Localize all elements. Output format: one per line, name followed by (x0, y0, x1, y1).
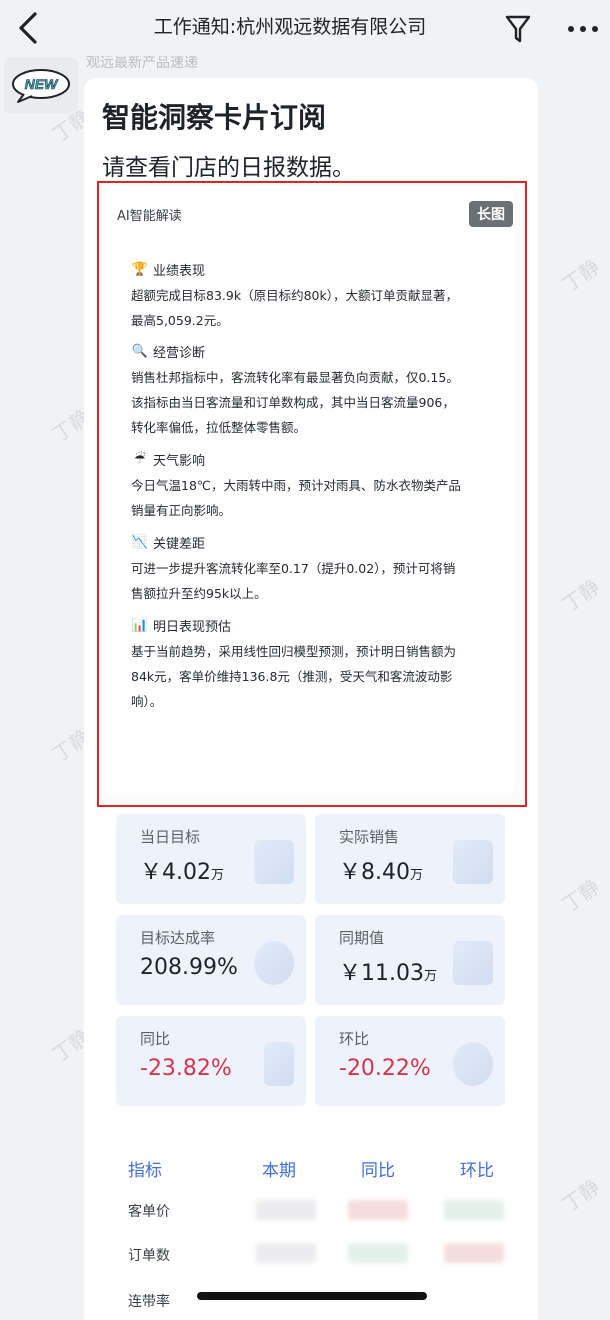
kpi-amount: ￥4.02 (140, 860, 211, 885)
new-badge-text: NEW (25, 76, 59, 92)
table-row-label: 连带率 (128, 1294, 170, 1310)
table-header: 指标 (128, 1161, 162, 1181)
kpi-card-actual-sales[interactable]: 实际销售 ￥8.40万 (315, 814, 505, 904)
new-badge-icon: NEW (12, 69, 70, 103)
monitor-icon (254, 840, 294, 884)
back-button[interactable] (10, 8, 46, 48)
section-line: 基于当前趋势，采用线性回归模型预测，预计明日销售额为 (131, 644, 457, 659)
blurred-cell (348, 1200, 408, 1220)
section-line: 销售杜邦指标中，客流转化率有最显著负向贡献，仅0.15。 (131, 370, 459, 385)
section-line: 84k元，客单价维持136.8元（推测，受天气和客流波动影 (131, 669, 453, 684)
kpi-value: -23.82% (140, 1056, 232, 1081)
kpi-unit: 万 (423, 969, 437, 984)
card-title: 智能洞察卡片订阅 (102, 101, 327, 134)
ai-insight-image[interactable]: AI智能解读 长图 🏆 业绩表现 超额完成目标83.9k（原目标约80k），大额订… (97, 181, 527, 807)
kpi-amount: ￥11.03 (339, 961, 424, 986)
table-header: 同比 (361, 1161, 395, 1181)
chat-title: 工作通知:杭州观远数据有限公司 (153, 16, 427, 38)
kpi-amount: -20.22% (339, 1056, 431, 1081)
section-line: 售额拉升至约95k以上。 (131, 586, 267, 601)
insight-section: 📉 关键差距 可进一步提升客流转化率至0.17（提升0.02），预计可将销 售额拉… (131, 532, 501, 606)
blurred-cell (348, 1243, 408, 1263)
insight-section: 🏆 业绩表现 超额完成目标83.9k（原目标约80k），大额订单贡献显著， 最高5… (131, 259, 501, 333)
kpi-value: ￥8.40万 (339, 854, 423, 886)
more-dot (592, 26, 598, 32)
filter-icon (505, 15, 531, 43)
watermark: 丁静 (557, 574, 605, 618)
umbrella-icon: ☔ (134, 451, 146, 467)
card-subtitle: 请查看门店的日报数据。 (102, 155, 355, 181)
table-header: 本期 (262, 1161, 296, 1181)
play-circle-icon (453, 1042, 493, 1086)
section-line: 今日气温18℃，大雨转中雨，预计对雨具、防水衣物类产品 (131, 478, 461, 493)
kpi-value: 208.99% (140, 955, 238, 980)
section-line: 该指标由当日客流量和订单数构成，其中当日客流量906， (131, 395, 455, 410)
more-button[interactable] (560, 10, 606, 48)
kpi-value: ￥4.02万 (140, 854, 224, 886)
kpi-card-achievement-rate[interactable]: 目标达成率 208.99% (116, 915, 306, 1005)
kpi-label: 当日目标 (140, 828, 201, 846)
section-title: 关键差距 (153, 536, 206, 552)
table-row-label: 订单数 (128, 1248, 170, 1264)
table-row-label: 客单价 (128, 1204, 170, 1220)
section-title: 明日表现预估 (153, 619, 232, 635)
section-line: 转化率偏低，拉低整体零售额。 (131, 420, 307, 435)
table-header: 环比 (460, 1161, 494, 1181)
kpi-value: ￥11.03万 (339, 955, 437, 987)
sender-avatar[interactable]: NEW (4, 58, 78, 114)
kpi-label: 环比 (339, 1030, 370, 1048)
blurred-cell (444, 1243, 504, 1263)
section-line: 响）。 (131, 694, 163, 709)
insight-section: ☔ 天气影响 今日气温18℃，大雨转中雨，预计对雨具、防水衣物类产品 销量有正向影… (131, 449, 501, 523)
filter-button[interactable] (498, 10, 538, 48)
kpi-unit: 万 (410, 868, 424, 883)
section-title: 业绩表现 (153, 263, 206, 279)
kpi-label: 同期值 (339, 929, 385, 947)
ai-insight-label: AI智能解读 (117, 209, 182, 224)
chevron-left-icon (19, 12, 37, 44)
kpi-unit: 万 (211, 868, 225, 883)
section-line: 销量有正向影响。 (131, 503, 232, 518)
blurred-cell (256, 1243, 316, 1263)
section-title: 经营诊断 (153, 345, 206, 361)
trophy-icon: 🏆 (131, 261, 149, 277)
bars-icon (264, 1042, 294, 1086)
kpi-amount: 208.99% (140, 955, 238, 980)
section-line: 超额完成目标83.9k（原目标约80k），大额订单贡献显著， (131, 288, 458, 303)
long-image-badge: 长图 (469, 201, 513, 227)
document-icon (453, 840, 493, 884)
section-line: 最高5,059.2元。 (131, 313, 229, 328)
kpi-card-yoy[interactable]: 同比 -23.82% (116, 1016, 306, 1106)
kpi-card-daily-target[interactable]: 当日目标 ￥4.02万 (116, 814, 306, 904)
kpi-value: -20.22% (339, 1056, 431, 1081)
trend-down-icon: 📉 (131, 534, 149, 550)
blurred-cell (444, 1200, 504, 1220)
section-line: 可进一步提升客流转化率至0.17（提升0.02），预计可将销 (131, 561, 456, 576)
bar-chart-icon: 📊 (131, 617, 149, 633)
kpi-amount: -23.82% (140, 1056, 232, 1081)
insight-section: 🔍 经营诊断 销售杜邦指标中，客流转化率有最显著负向贡献，仅0.15。 该指标由当… (131, 341, 501, 440)
watermark: 丁静 (557, 254, 605, 298)
section-title: 天气影响 (153, 453, 206, 469)
insight-section: 📊 明日表现预估 基于当前趋势，采用线性回归模型预测，预计明日销售额为 84k元，… (131, 615, 501, 714)
badge-icon (254, 941, 294, 985)
kpi-amount: ￥8.40 (339, 860, 410, 885)
kpi-card-same-period[interactable]: 同期值 ￥11.03万 (315, 915, 505, 1005)
box-icon (453, 941, 493, 985)
ai-insight-panel: AI智能解读 长图 🏆 业绩表现 超额完成目标83.9k（原目标约80k），大额订… (105, 189, 515, 795)
kpi-label: 实际销售 (339, 828, 400, 846)
home-indicator[interactable] (197, 1292, 427, 1300)
kpi-label: 同比 (140, 1030, 171, 1048)
watermark: 丁静 (557, 874, 605, 918)
watermark: 丁静 (557, 1174, 605, 1218)
more-dot (580, 26, 586, 32)
magnifier-icon: 🔍 (131, 343, 149, 359)
kpi-label: 目标达成率 (140, 929, 216, 947)
kpi-card-mom[interactable]: 环比 -20.22% (315, 1016, 505, 1106)
top-navigation-bar: 工作通知:杭州观远数据有限公司 (0, 0, 610, 56)
blurred-cell (256, 1200, 316, 1220)
more-dot (568, 26, 574, 32)
metrics-table: 指标 本期 同比 环比 客单价 订单数 连带率 (106, 1124, 514, 1320)
